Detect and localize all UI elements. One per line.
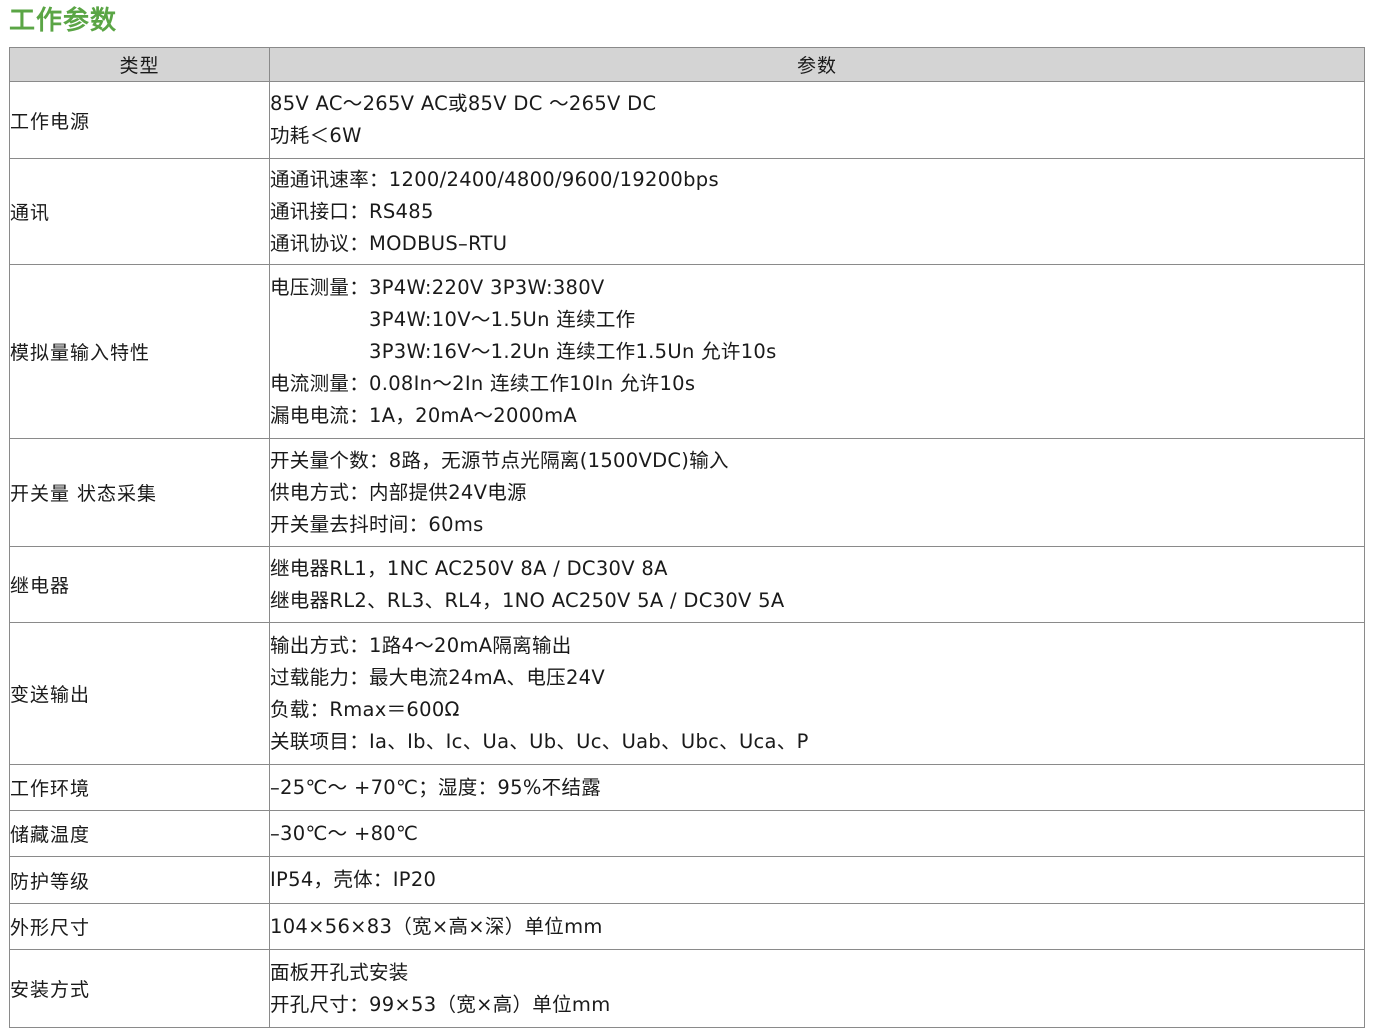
param-line: 3P3W:16V～1.2Un 连续工作1.5Un 允许10s (270, 339, 777, 363)
table-row: 工作电源 85V AC～265V AC或85V DC ～265V DC 功耗＜6W (9, 81, 1365, 159)
param-line: 85V AC～265V AC或85V DC ～265V DC (270, 92, 657, 115)
row-type-cell: 变送输出 (9, 622, 270, 765)
row-params-cell: 电压测量：3P4W:220V 3P3W:380V 3P4W:10V～1.5Un … (269, 264, 1365, 439)
row-type-cell: 工作环境 (9, 764, 270, 811)
param-line: 通讯协议：MODBUS–RTU (270, 231, 508, 255)
param-line: –25℃～ +70℃；湿度：95%不结露 (270, 775, 602, 799)
row-type-cell: 工作电源 (9, 81, 270, 159)
param-line: 关联项目：Ia、Ib、Ic、Ua、Ub、Uc、Uab、Ubc、Uca、P (270, 729, 809, 753)
row-type-cell: 模拟量输入特性 (9, 264, 270, 439)
param-line: 104×56×83（宽×高×深）单位mm (270, 914, 603, 938)
param-line: 漏电电流：1A，20mA～2000mA (270, 403, 578, 427)
row-params-cell: –25℃～ +70℃；湿度：95%不结露 (269, 764, 1365, 811)
param-line: 输出方式：1路4～20mA隔离输出 (270, 633, 572, 657)
param-line: 过载能力：最大电流24mA、电压24V (270, 665, 606, 689)
spec-table: 类型 参数 工作电源 85V AC～265V AC或85V DC ～265V DC… (9, 47, 1365, 1028)
row-params-cell: IP54，壳体：IP20 (269, 856, 1365, 904)
row-params-cell: 85V AC～265V AC或85V DC ～265V DC 功耗＜6W (269, 81, 1365, 159)
header-params: 参数 (269, 47, 1365, 82)
row-type-cell: 储藏温度 (9, 810, 270, 857)
param-line: 开关量去抖时间：60ms (270, 512, 484, 536)
table-row: 模拟量输入特性 电压测量：3P4W:220V 3P3W:380V 3P4W:10V… (9, 264, 1365, 439)
row-type-cell: 开关量 状态采集 (9, 438, 270, 547)
row-params-cell: –30℃～ +80℃ (269, 810, 1365, 857)
param-line: 通讯接口：RS485 (270, 199, 434, 223)
row-params-cell: 104×56×83（宽×高×深）单位mm (269, 903, 1365, 950)
param-line: 继电器RL2、RL3、RL4，1NO AC250V 5A / DC30V 5A (270, 588, 785, 612)
row-params-cell: 继电器RL1，1NC AC250V 8A / DC30V 8A 继电器RL2、RL… (269, 546, 1365, 623)
param-line: 电流测量：0.08In～2In 连续工作10In 允许10s (270, 371, 696, 395)
row-type-cell: 防护等级 (9, 856, 270, 904)
param-line: 电压测量：3P4W:220V 3P3W:380V (270, 275, 605, 299)
param-line: 功耗＜6W (270, 124, 362, 147)
row-params-cell: 面板开孔式安装开孔尺寸：99×53（宽×高）单位mm (269, 949, 1365, 1028)
param-line: 3P4W:10V～1.5Un 连续工作 (270, 307, 636, 331)
param-line: 继电器RL1，1NC AC250V 8A / DC30V 8A (270, 556, 668, 580)
param-line: 负载：Rmax＝600Ω (270, 697, 460, 721)
param-line: 开关量个数：8路，无源节点光隔离(1500VDC)输入 (270, 448, 729, 472)
table-row: 工作环境 –25℃～ +70℃；湿度：95%不结露 (9, 764, 1365, 811)
row-type-cell: 继电器 (9, 546, 270, 623)
row-type-cell: 通讯 (9, 158, 270, 265)
param-line: –30℃～ +80℃ (270, 821, 419, 845)
table-row: 继电器 继电器RL1，1NC AC250V 8A / DC30V 8A 继电器RL2… (9, 546, 1365, 623)
table-row: 防护等级 IP54，壳体：IP20 (9, 856, 1365, 904)
table-row: 通讯 通通讯速率：1200/2400/4800/9600/19200bps 通讯接口… (9, 158, 1365, 265)
table-row: 储藏温度 –30℃～ +80℃ (9, 810, 1365, 857)
row-params-cell: 输出方式：1路4～20mA隔离输出过载能力：最大电流24mA、电压24V 负载：R… (269, 622, 1365, 765)
table-row: 变送输出 输出方式：1路4～20mA隔离输出过载能力：最大电流24mA、电压24V… (9, 622, 1365, 765)
param-line: 供电方式：内部提供24V电源 (270, 480, 527, 504)
param-line: 面板开孔式安装 (270, 960, 409, 984)
param-line: 通通讯速率：1200/2400/4800/9600/19200bps (270, 167, 719, 191)
param-line: IP54，壳体：IP20 (270, 868, 437, 891)
row-params-cell: 开关量个数：8路，无源节点光隔离(1500VDC)输入 供电方式：内部提供24V电… (269, 438, 1365, 547)
table-row: 安装方式 面板开孔式安装开孔尺寸：99×53（宽×高）单位mm (9, 949, 1365, 1028)
param-line: 开孔尺寸：99×53（宽×高）单位mm (270, 992, 611, 1016)
header-type: 类型 (9, 47, 270, 82)
row-params-cell: 通通讯速率：1200/2400/4800/9600/19200bps 通讯接口：R… (269, 158, 1365, 265)
row-type-cell: 外形尺寸 (9, 903, 270, 950)
table-body: 工作电源 85V AC～265V AC或85V DC ～265V DC 功耗＜6W 通… (9, 81, 1365, 1028)
table-row: 开关量 状态采集 开关量个数：8路，无源节点光隔离(1500VDC)输入 供电方式：… (9, 438, 1365, 547)
row-type-cell: 安装方式 (9, 949, 270, 1028)
table-header-row: 类型 参数 (9, 47, 1365, 82)
table-row: 外形尺寸 104×56×83（宽×高×深）单位mm (9, 903, 1365, 950)
page-title: 工作参数 (9, 6, 118, 36)
